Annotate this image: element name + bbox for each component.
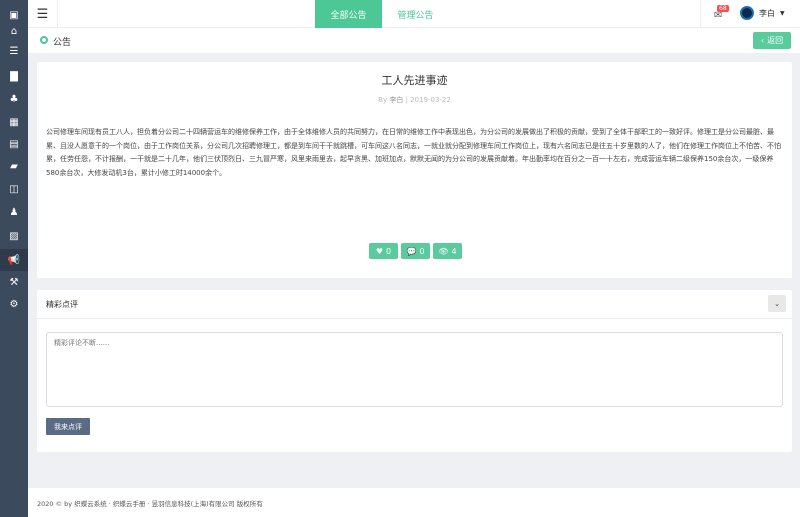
footer-text: 2020 © by 织蝶云系统 · 织蝶云手册 · 昱羽信息科技(上海)有限公司… (37, 500, 263, 508)
page-title: 公告 (53, 38, 72, 48)
views-button[interactable]: 👁 4 (433, 243, 462, 259)
eye-icon: 👁 (438, 246, 449, 256)
circle-icon (40, 36, 48, 44)
back-button[interactable]: ‹ 返回 (753, 32, 791, 49)
sidebar: ▣ ⌂ ☰ ▇ ♣ ▦ ▤ ▰ ◫ ♟ ▨ 📢 ⚒ ⚙ (0, 0, 28, 517)
article-card: 工人先进事迹 By 李白 | 2019-03-22 公司修理车间现有员工八人，担… (37, 62, 792, 278)
person-icon[interactable]: ♟ (0, 201, 28, 223)
caret-down-icon: ▼ (780, 9, 785, 17)
menu-toggle-icon[interactable]: ☰ (28, 0, 58, 28)
list-icon[interactable]: ☰ (0, 40, 28, 62)
comment-input[interactable] (46, 332, 783, 407)
article-title: 工人先进事迹 (381, 74, 448, 87)
author: 李白 (389, 96, 404, 104)
comment-icon: 💬 (406, 246, 417, 256)
user-name: 李白 (759, 8, 775, 18)
book-icon[interactable]: ▰ (0, 155, 28, 177)
article-meta: By 李白 | 2019-03-22 (378, 96, 451, 104)
columns-icon[interactable]: ◫ (0, 178, 28, 200)
like-button[interactable]: ♥ 0 (369, 243, 398, 259)
comments-card: 精彩点评 ⌄ 我来点评 (37, 290, 792, 452)
users-icon[interactable]: ♣ (0, 88, 28, 110)
home-icon[interactable]: ⌂ (0, 20, 28, 42)
avatar (740, 6, 754, 20)
heart-icon: ♥ (375, 246, 384, 256)
article-body: 公司修理车间现有员工八人，担负着分公司二十四辆营运车的维修保养工作，由于全体维修… (46, 128, 781, 177)
bullhorn-icon[interactable]: 📢 (0, 249, 28, 271)
comments-title: 精彩点评 (46, 300, 78, 309)
card-icon[interactable]: ▤ (0, 133, 28, 155)
chevron-left-icon: ‹ (760, 36, 765, 45)
notification-badge: 68 (717, 5, 729, 12)
submit-comment-button[interactable]: 我来点评 (46, 418, 90, 435)
notifications-button[interactable]: ✉ 68 (714, 5, 729, 21)
gavel-icon[interactable]: ⚒ (0, 271, 28, 293)
cogs-icon[interactable]: ⚙ (0, 293, 28, 315)
collapse-button[interactable]: ⌄ (768, 295, 786, 312)
footer: 2020 © by 织蝶云系统 · 织蝶云手册 · 昱羽信息科技(上海)有限公司… (28, 488, 800, 517)
tab-manage-announcements[interactable]: 管理公告 (382, 0, 449, 28)
image-icon[interactable]: ▨ (0, 225, 28, 247)
date: 2019-03-22 (410, 96, 451, 104)
top-bar: ☰ 全部公告 管理公告 ✉ 68 李白 ▼ (28, 0, 800, 28)
chevron-down-icon: ⌄ (774, 299, 780, 308)
calendar-icon[interactable]: ▦ (0, 111, 28, 133)
breadcrumb: 公告 ‹ 返回 (28, 28, 800, 53)
user-menu[interactable]: 李白 ▼ (740, 6, 785, 20)
briefcase-icon[interactable]: ▇ (0, 65, 28, 87)
comment-count-button[interactable]: 💬 0 (401, 243, 430, 259)
tab-all-announcements[interactable]: 全部公告 (315, 0, 382, 28)
